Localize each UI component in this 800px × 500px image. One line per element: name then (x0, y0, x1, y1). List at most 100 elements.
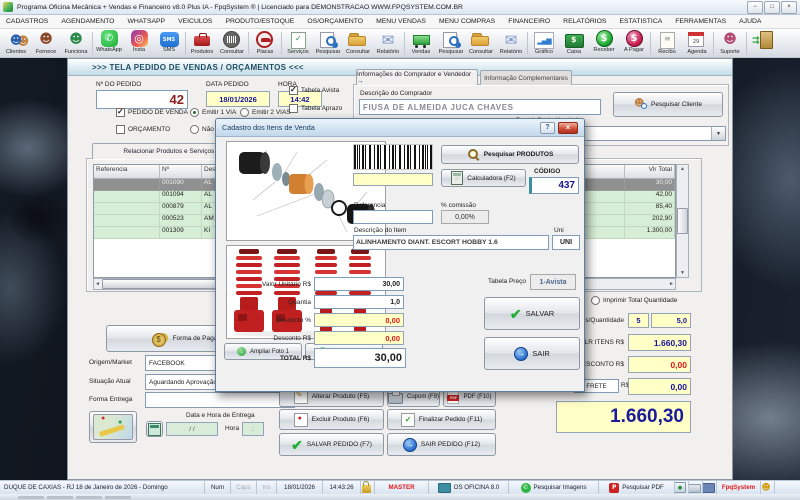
pesquisar-cliente-button[interactable]: Pesquisar Cliente (613, 92, 723, 117)
toolbar-button[interactable]: Placas (250, 29, 280, 57)
barcode-input[interactable] (353, 173, 433, 186)
tab-comprador-vendedor[interactable]: Informações do Comprador e Vendedor → (356, 69, 478, 85)
radio-emitir-1via[interactable]: Emitir 1 VIA (190, 108, 236, 117)
menu-item[interactable]: FERRAMENTAS (675, 18, 726, 25)
scrollbar-thumb[interactable] (102, 279, 224, 289)
mapa-button[interactable] (89, 411, 137, 443)
valor-unitario-field[interactable]: 30,00 (314, 277, 404, 291)
table-vertical-scrollbar[interactable]: ▲▼ (676, 164, 689, 278)
hora-entrega-field[interactable]: : (242, 422, 264, 436)
radio-imprimir-total-quantidade[interactable]: Imprimir Total Quantidade (591, 296, 677, 305)
checkbox-tabela-aprazo[interactable]: Tabela Aprazo (289, 104, 342, 113)
scroll-down-icon[interactable]: ▼ (680, 270, 685, 276)
scroll-up-icon[interactable]: ▲ (680, 166, 685, 172)
tab-informacao-complementares[interactable]: Informação Complementares (480, 70, 572, 85)
calendario-button[interactable] (146, 421, 163, 437)
toolbar-button[interactable]: Relatório (373, 29, 403, 57)
desconto-pct-field[interactable]: 0,00 (314, 313, 404, 327)
col-numero[interactable]: Nº (160, 165, 202, 178)
toolbar-button[interactable]: Agenda (682, 29, 712, 57)
menu-item[interactable]: CADASTROS (6, 18, 48, 25)
toolbar-button[interactable]: Consultar (217, 29, 247, 57)
excluir-produto-button[interactable]: Excluir Produto (F6) (279, 409, 384, 430)
toolbar-button[interactable]: Relatório (496, 29, 526, 57)
toolbar-button[interactable]: A Pagar (619, 29, 649, 57)
restore-button[interactable] (764, 1, 780, 14)
order-number-field[interactable]: 42 (96, 90, 188, 109)
toolbar-button[interactable]: Consultar (343, 29, 373, 57)
close-button[interactable] (781, 1, 797, 14)
toolbar-icon (33, 30, 59, 49)
radio-emitir-2vias[interactable]: Emitir 2 VIAS (240, 108, 291, 117)
toolbar-label: Vendas (412, 49, 431, 55)
menu-item[interactable]: MENU COMPRAS (439, 18, 495, 25)
toolbar-button[interactable] (748, 29, 778, 57)
menu-item[interactable]: ESTATISTICA (619, 18, 662, 25)
scrollbar-thumb[interactable] (677, 208, 688, 234)
status-icon (521, 483, 531, 493)
toolbar-label: Relatório (500, 49, 522, 55)
finalizar-pedido-button[interactable]: Finalizar Pedido (F11) (387, 409, 496, 430)
toolbar-button[interactable]: Pesquisar (313, 29, 343, 57)
data-entrega-field[interactable]: / / (166, 422, 218, 436)
window-title: Programa Oficina Mecânica + Vendas e Fin… (17, 4, 747, 11)
menu-item[interactable]: OS/ORÇAMENTO (307, 18, 363, 25)
checkbox-tabela-avista[interactable]: Tabela Avista (289, 86, 339, 95)
calculadora-button[interactable]: Calculadora (F2) (441, 169, 526, 187)
quantia-field[interactable]: 1,0 (314, 295, 404, 309)
toolbar-icon (561, 30, 587, 49)
order-date-field[interactable]: 18/01/2026 (206, 91, 270, 107)
toolbar-button[interactable]: Clientes (1, 29, 31, 57)
toolbar-button[interactable]: Gráfico (529, 29, 559, 57)
item-dialog: Cadastro dos Itens de Venda (215, 118, 585, 392)
col-referencia[interactable]: Referencia (94, 165, 160, 178)
toolbar-button[interactable]: Produtos (187, 29, 217, 57)
toolbar-button[interactable]: Consultar (466, 29, 496, 57)
toolbar-button[interactable]: Suporte (715, 29, 745, 57)
menu-item[interactable]: PRODUTO/ESTOQUE (225, 18, 294, 25)
salvar-item-button[interactable]: SALVAR (484, 297, 580, 330)
toolbar-button[interactable]: Serviços (283, 29, 313, 57)
printer-icon (388, 393, 403, 404)
scroll-right-icon[interactable]: ► (669, 281, 674, 287)
minimize-button[interactable] (747, 1, 763, 14)
dialog-titlebar[interactable]: Cadastro dos Itens de Venda (216, 119, 584, 137)
dialog-close-button[interactable] (558, 122, 578, 134)
toolbar-button[interactable]: Receber (589, 29, 619, 57)
scroll-left-icon[interactable]: ◄ (95, 281, 100, 287)
pesquisar-produtos-button[interactable]: Pesquisar PRODUTOS (441, 145, 579, 164)
toolbar-button[interactable]: Recibo (652, 29, 682, 57)
col-vlr-total[interactable]: Vlr Total (625, 165, 675, 178)
buyer-desc-field[interactable]: FIUSA DE ALMEIDA JUCA CHAVES (359, 99, 601, 115)
sair-item-button[interactable]: SAIR (484, 337, 580, 370)
toolbar-button[interactable]: WhatsApp (94, 29, 124, 57)
checkbox-pedido-venda[interactable]: PEDIDO DE VENDA (116, 108, 188, 117)
toolbar-button[interactable]: Insta (124, 29, 154, 57)
menu-item[interactable]: MENU VENDAS (376, 18, 426, 25)
referencia-input[interactable] (353, 210, 433, 224)
descricao-item-field[interactable]: ALINHAMENTO DIANT. ESCORT HOBBY 1.6 (353, 235, 549, 250)
menu-item[interactable]: FINANCEIRO (508, 18, 550, 25)
menu-item[interactable]: RELATÓRIOS (563, 18, 606, 25)
toolbar-button[interactable]: Funciona (61, 29, 91, 57)
toolbar-button[interactable]: SMS (154, 29, 184, 57)
sair-pedido-button[interactable]: SAIR PEDIDO (F12) (387, 433, 496, 456)
toolbar-icon (684, 30, 710, 49)
toolbar-label: WhatsApp (96, 47, 122, 53)
toolbar-button[interactable]: Caixa (559, 29, 589, 57)
desconto-rs-field[interactable]: 0,00 (314, 331, 404, 345)
menu-item[interactable]: AGENDAMENTO (61, 18, 114, 25)
toolbar-button[interactable]: Vendas (406, 29, 436, 57)
menu-item[interactable]: VEICULOS (178, 18, 212, 25)
status-segment: FpqSystem (717, 481, 761, 494)
toolbar-button[interactable]: Fornece (31, 29, 61, 57)
salvar-pedido-button[interactable]: SALVAR PEDIDO (F7) (279, 433, 384, 456)
help-button[interactable] (540, 122, 555, 134)
checkbox-orcamento[interactable]: ORÇAMENTO (116, 125, 170, 134)
toolbar-button[interactable]: Pesquisar (436, 29, 466, 57)
forma-entrega-dropdown[interactable] (145, 392, 295, 408)
menubar: CADASTROS AGENDAMENTO WHATSAPP VEICULOS PROD… (0, 15, 800, 29)
menu-item[interactable]: WHATSAPP (127, 18, 165, 25)
status-segment: MASTER (375, 481, 429, 494)
menu-item[interactable]: AJUDA (739, 18, 761, 25)
